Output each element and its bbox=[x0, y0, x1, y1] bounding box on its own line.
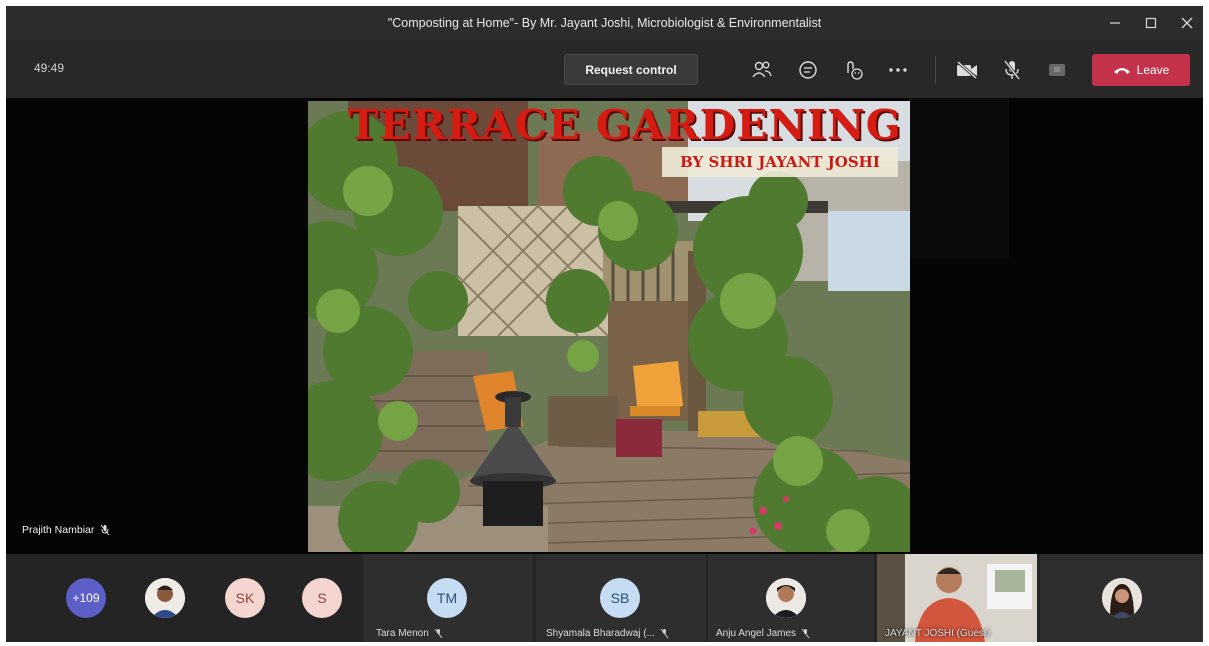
toolbar-divider bbox=[935, 56, 936, 84]
meeting-title: "Composting at Home"- By Mr. Jayant Josh… bbox=[387, 16, 822, 30]
participant-name: Tara Menon bbox=[376, 628, 429, 639]
participant-avatar-s[interactable]: S bbox=[302, 578, 342, 618]
leave-label: Leave bbox=[1136, 63, 1170, 77]
avatar-initials: SB bbox=[610, 590, 630, 606]
mic-muted-icon[interactable] bbox=[999, 57, 1025, 83]
meeting-stage: TERRACE GARDENING BY SHRI JAYANT JOSHI P… bbox=[6, 98, 1203, 554]
participant-avatar-tm: TM bbox=[427, 578, 467, 618]
hang-up-icon bbox=[1113, 68, 1130, 74]
mic-muted-icon bbox=[801, 628, 810, 639]
more-participants-button[interactable]: +109 bbox=[66, 578, 106, 618]
slide-subtitle: BY SHRI JAYANT JOSHI bbox=[662, 147, 898, 177]
meeting-timer: 49:49 bbox=[34, 61, 65, 75]
participant-tile[interactable]: Anju Angel James bbox=[708, 554, 874, 642]
teams-meeting-window: "Composting at Home"- By Mr. Jayant Josh… bbox=[6, 6, 1203, 642]
avatar-initials: S bbox=[317, 590, 327, 606]
participant-video-tile[interactable]: JAYANT JOSHI (Guest) bbox=[877, 554, 1037, 642]
presenter-label: Prajith Nambiar bbox=[22, 524, 110, 536]
leave-button[interactable]: Leave bbox=[1092, 54, 1190, 86]
participant-tile[interactable]: SB Shyamala Bharadwaj (... bbox=[536, 554, 706, 642]
avatar-initials: TM bbox=[436, 590, 458, 606]
person-photo-icon bbox=[145, 578, 185, 618]
avatar-initials: SK bbox=[235, 590, 255, 606]
participant-name: Shyamala Bharadwaj (... bbox=[546, 628, 655, 639]
stage-shadow bbox=[909, 98, 1009, 258]
participant-tile[interactable]: TM Tara Menon bbox=[363, 554, 533, 642]
participant-name-label: Anju Angel James bbox=[716, 628, 810, 639]
meeting-toolbar: 49:49 Request control Leave bbox=[6, 40, 1203, 98]
participant-name-label: Shyamala Bharadwaj (... bbox=[546, 628, 669, 639]
maximize-icon[interactable] bbox=[1133, 6, 1169, 40]
more-options-icon[interactable] bbox=[885, 57, 911, 83]
camera-off-icon[interactable] bbox=[954, 57, 980, 83]
mic-muted-icon bbox=[660, 628, 669, 639]
participant-avatar-photo bbox=[766, 578, 806, 618]
slide-title: TERRACE GARDENING bbox=[348, 101, 902, 149]
presenter-name: Prajith Nambiar bbox=[22, 524, 95, 536]
close-icon[interactable] bbox=[1169, 6, 1203, 40]
reactions-icon[interactable] bbox=[840, 57, 866, 83]
share-tray-icon[interactable] bbox=[1044, 57, 1070, 83]
participant-name-label: JAYANT JOSHI (Guest) bbox=[885, 628, 990, 639]
participant-avatar[interactable] bbox=[145, 578, 185, 618]
chat-icon[interactable] bbox=[795, 57, 821, 83]
person-photo-icon bbox=[766, 578, 806, 618]
shared-slide: TERRACE GARDENING BY SHRI JAYANT JOSHI bbox=[308, 101, 910, 552]
participant-name: Anju Angel James bbox=[716, 628, 797, 639]
participant-avatar-sk[interactable]: SK bbox=[225, 578, 265, 618]
minimize-icon[interactable] bbox=[1097, 6, 1133, 40]
person-photo-icon bbox=[1102, 578, 1142, 618]
mic-muted-icon bbox=[434, 628, 443, 639]
participant-avatar-sb: SB bbox=[600, 578, 640, 618]
participants-icon[interactable] bbox=[749, 57, 775, 83]
participant-tile[interactable] bbox=[1040, 554, 1203, 642]
title-bar: "Composting at Home"- By Mr. Jayant Josh… bbox=[6, 6, 1203, 40]
request-control-button[interactable]: Request control bbox=[564, 54, 698, 85]
participants-strip: +109 SK S TM Tara Menon SB Shyamala Bhar… bbox=[6, 554, 1203, 642]
participant-name: JAYANT JOSHI (Guest) bbox=[885, 628, 991, 639]
participant-name-label: Tara Menon bbox=[376, 628, 443, 639]
participant-avatar-photo bbox=[1102, 578, 1142, 618]
mic-muted-icon bbox=[100, 524, 110, 536]
